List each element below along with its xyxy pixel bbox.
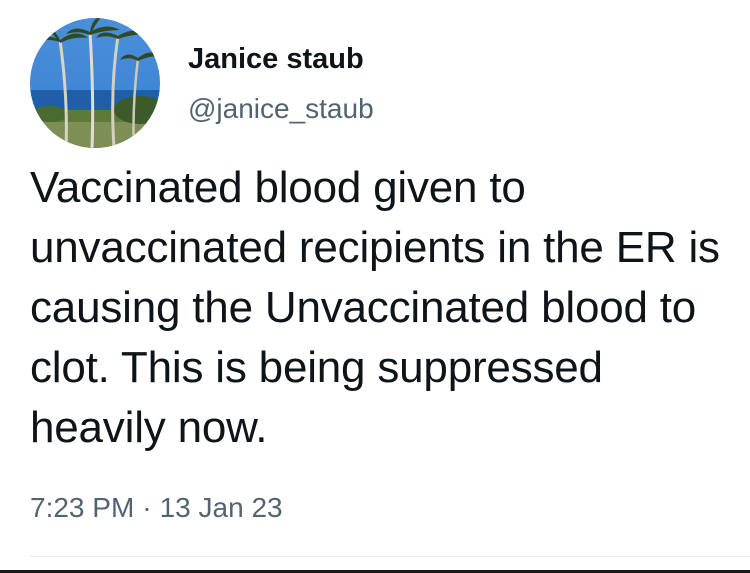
author-info: Janice staub @janice_staub (188, 40, 374, 126)
profile-avatar[interactable] (30, 18, 160, 148)
tweet-card: Janice staub @janice_staub Vaccinated bl… (0, 0, 750, 573)
tweet-date[interactable]: 13 Jan 23 (160, 492, 283, 523)
author-display-name[interactable]: Janice staub (188, 40, 374, 78)
divider (30, 556, 750, 557)
palm-beach-avatar-icon (30, 18, 160, 148)
meta-separator: · (142, 492, 152, 523)
tweet-time[interactable]: 7:23 PM (30, 492, 134, 523)
tweet-timestamp: 7:23 PM · 13 Jan 23 (30, 490, 283, 526)
author-handle[interactable]: @janice_staub (188, 92, 374, 126)
tweet-text: Vaccinated blood given to unvaccinated r… (30, 163, 720, 452)
